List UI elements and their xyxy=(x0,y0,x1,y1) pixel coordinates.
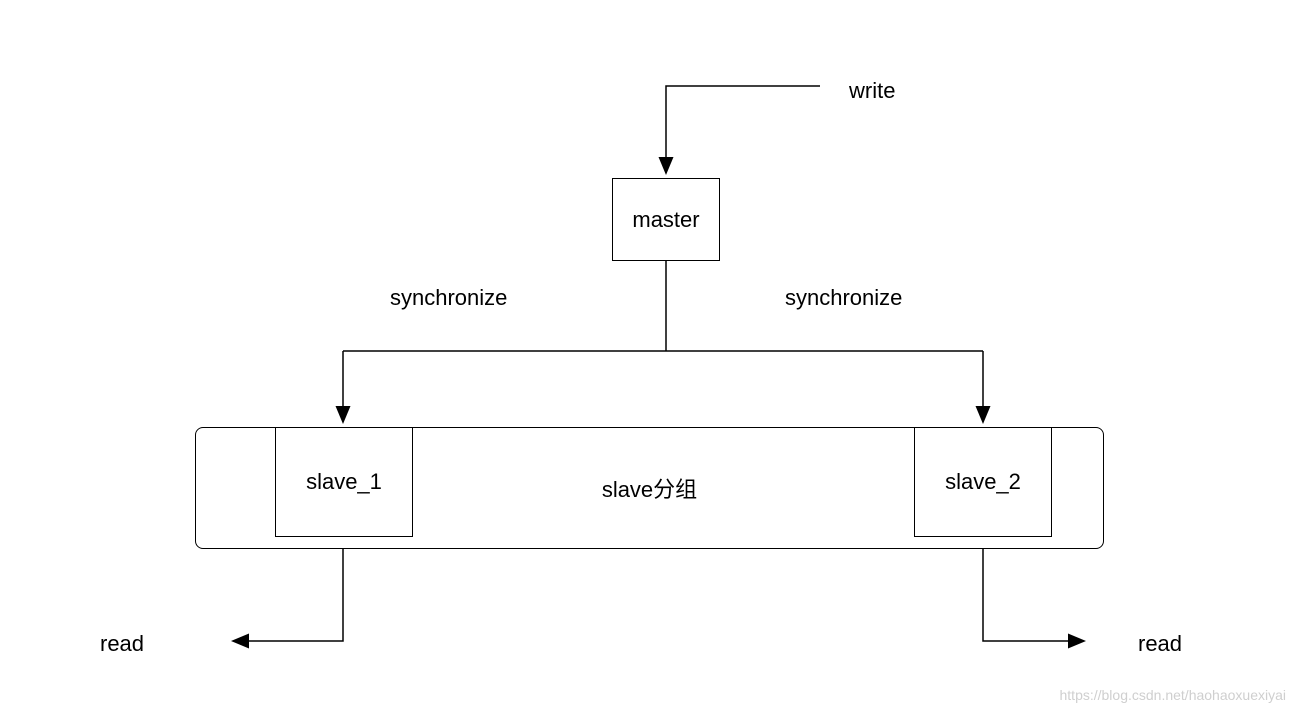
diagram-arrows xyxy=(0,0,1296,711)
slave-1-label: slave_1 xyxy=(306,469,382,495)
watermark: https://blog.csdn.net/haohaoxuexiyai xyxy=(1060,687,1287,703)
diagram-container: master slave分组 slave_1 slave_2 write syn… xyxy=(0,0,1296,711)
slave-1-node: slave_1 xyxy=(275,427,413,537)
write-label: write xyxy=(849,78,895,104)
sync-left-label: synchronize xyxy=(390,285,507,311)
slave-2-node: slave_2 xyxy=(914,427,1052,537)
read-left-label: read xyxy=(100,631,144,657)
master-node: master xyxy=(612,178,720,261)
sync-right-label: synchronize xyxy=(785,285,902,311)
read-right-label: read xyxy=(1138,631,1182,657)
slave-2-label: slave_2 xyxy=(945,469,1021,495)
master-label: master xyxy=(632,207,699,233)
slave-group-label: slave分组 xyxy=(602,472,697,504)
